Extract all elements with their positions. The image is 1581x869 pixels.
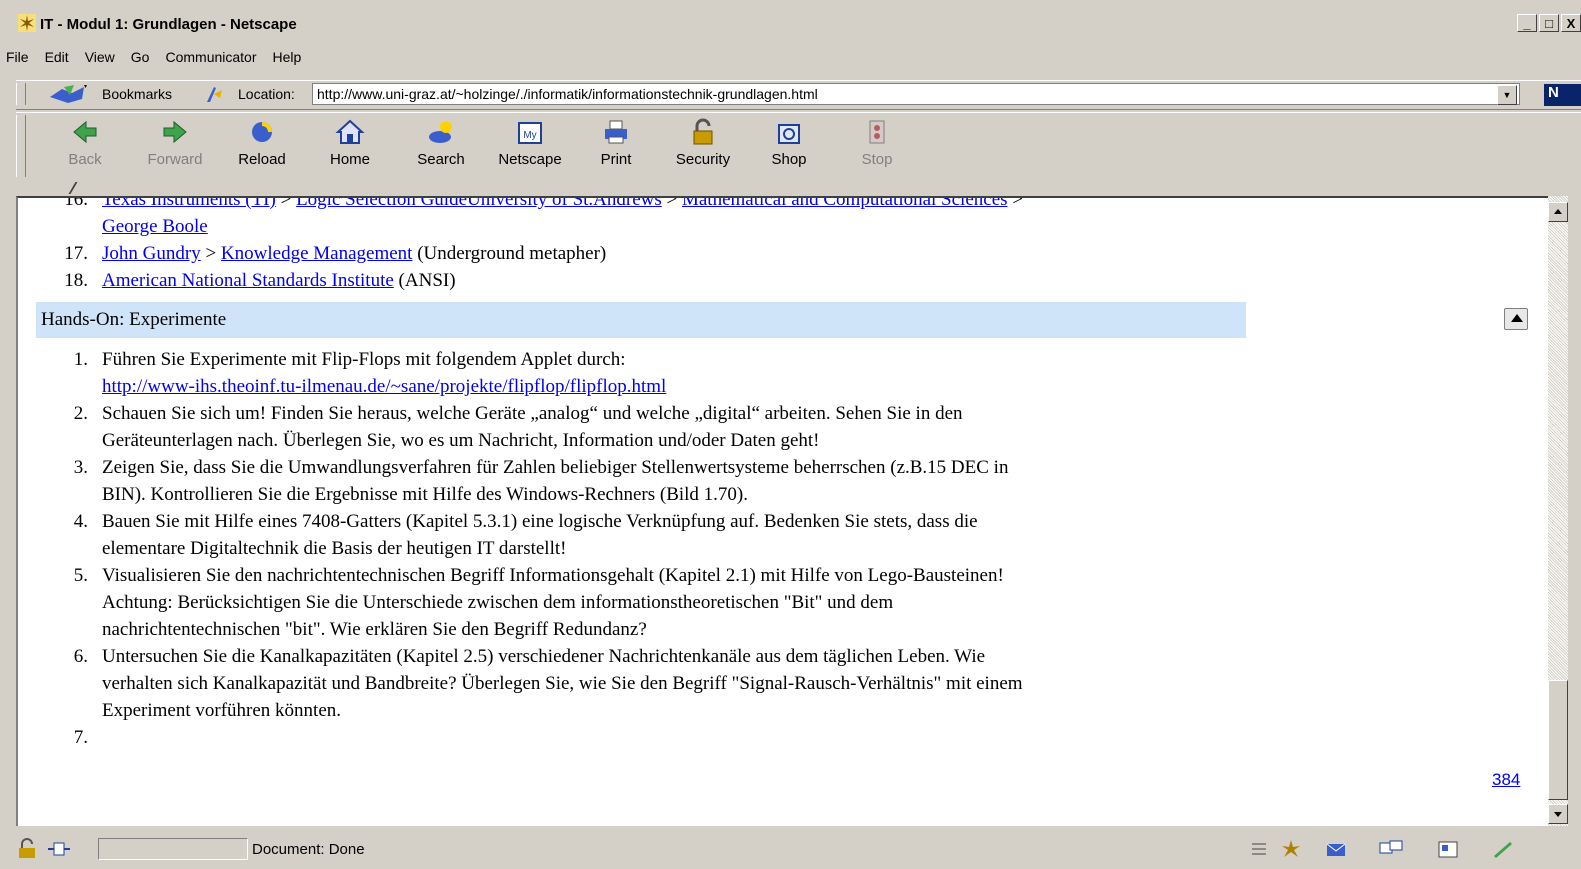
scroll-down-button[interactable] [1548, 804, 1568, 824]
shop-button[interactable]: Shop [764, 117, 814, 168]
list-number: 16. [64, 196, 88, 210]
list-number: 17. [64, 243, 88, 264]
mail-icon[interactable] [1324, 838, 1350, 860]
close-button[interactable]: X [1561, 14, 1581, 32]
bookmarks-icon[interactable] [48, 83, 88, 105]
my-netscape-icon: My [518, 122, 542, 144]
home-icon [335, 119, 365, 144]
stop-label: Stop [861, 151, 893, 168]
scroll-to-top-icon[interactable] [1504, 308, 1528, 330]
menu-go[interactable]: Go [123, 49, 158, 65]
netscape-button[interactable]: My Netscape [490, 117, 570, 168]
scrollbar-thumb[interactable] [1548, 680, 1568, 800]
back-arrow-icon [73, 120, 97, 144]
menu-communicator-label: Communicator [165, 49, 257, 65]
minimize-button[interactable]: _ [1517, 14, 1537, 32]
home-label: Home [329, 151, 370, 168]
back-button[interactable]: Back [60, 117, 110, 168]
connection-icon [48, 842, 70, 856]
menu-view-label: View [84, 49, 115, 65]
navigator-icon[interactable] [1278, 838, 1304, 860]
link-mathematical-sciences[interactable]: Mathematical and Computational Sciences [682, 198, 1008, 210]
security-label: Security [675, 151, 731, 168]
status-text: Document: Done [252, 841, 365, 858]
reload-button[interactable]: Reload [230, 117, 294, 168]
page-number-link[interactable]: 384 [1492, 770, 1520, 790]
home-button[interactable]: Home [320, 117, 380, 168]
link-logic-selection[interactable]: Logic Selection Guide [296, 198, 467, 210]
stop-button[interactable]: Stop [852, 117, 902, 168]
link-flipflop-applet[interactable]: http://www-ihs.theoinf.tu-ilmenau.de/~sa… [102, 376, 666, 397]
link-ansi[interactable]: American National Standards Institute [102, 270, 394, 291]
menu-edit[interactable]: Edit [37, 49, 77, 65]
link-george-boole[interactable]: George Boole [102, 216, 208, 237]
print-button[interactable]: Print [594, 117, 638, 168]
search-button[interactable]: Search [408, 117, 474, 168]
navigation-toolbar: Back Forward Reload Home Search My Netsc… [16, 112, 1581, 183]
bookmarks-button[interactable]: Bookmarks [102, 86, 172, 102]
lock-icon [693, 118, 713, 145]
menu-file-label: File [6, 49, 29, 65]
forward-button[interactable]: Forward [140, 117, 210, 168]
toolbar-grip-nav[interactable] [16, 115, 26, 177]
location-toolbar: Bookmarks Location: http://www.uni-graz.… [16, 80, 1581, 110]
menu-view[interactable]: View [77, 49, 123, 65]
svg-text:My: My [523, 130, 536, 141]
progress-cell [98, 838, 248, 860]
list-icon[interactable] [1248, 838, 1274, 860]
address-book-icon[interactable] [1436, 838, 1462, 860]
composer-icon[interactable] [1490, 838, 1516, 860]
title-bar: IT - Modul 1: Grundlagen - Netscape _ □ … [0, 0, 1581, 33]
maximize-button[interactable]: □ [1539, 14, 1559, 32]
window-title: IT - Modul 1: Grundlagen - Netscape [40, 16, 297, 33]
list-text: Texas Instruments (TI) > Logic Selection… [102, 198, 1023, 213]
security-button[interactable]: Security [668, 117, 738, 168]
forward-label: Forward [147, 151, 203, 168]
menu-file[interactable]: File [0, 49, 37, 65]
location-label: Location: [238, 86, 295, 102]
search-label: Search [417, 151, 465, 168]
forward-arrow-icon [163, 120, 187, 144]
link-john-gundry[interactable]: John Gundry [102, 243, 201, 264]
menu-go-label: Go [130, 49, 150, 65]
link-st-andrews[interactable]: University of St.Andrews [467, 198, 662, 210]
location-url-input[interactable]: http://www.uni-graz.at/~holzinge/./infor… [312, 83, 1520, 105]
list-number: 18. [64, 270, 88, 291]
netscape-app-icon [18, 14, 36, 32]
menu-help-label: Help [272, 49, 302, 65]
page-content: 16. Texas Instruments (TI) > Logic Selec… [16, 196, 1548, 826]
netscape-label: Netscape [498, 151, 562, 168]
scroll-up-button[interactable] [1548, 202, 1568, 222]
location-icon[interactable] [204, 84, 224, 104]
vertical-scrollbar[interactable] [1548, 196, 1568, 826]
hands-on-heading: Hands-On: Experimente [36, 302, 1246, 338]
link-texas-instruments[interactable]: Texas Instruments (TI) [102, 198, 276, 210]
menu-bar: File Edit View Go Communicator Help [0, 44, 1581, 70]
menu-edit-label: Edit [44, 49, 69, 65]
reload-label: Reload [238, 151, 286, 168]
netscape-logo[interactable]: N [1544, 84, 1581, 106]
status-bar: Document: Done [0, 836, 1581, 869]
menu-communicator[interactable]: Communicator [157, 49, 264, 65]
print-label: Print [600, 151, 632, 168]
toolbar-collapse-tab[interactable] [12, 182, 1581, 196]
discussions-icon[interactable] [1378, 838, 1404, 860]
shop-label: Shop [771, 151, 807, 168]
printer-icon [605, 120, 627, 144]
shop-icon [778, 124, 800, 144]
back-label: Back [68, 151, 102, 168]
toolbar-grip[interactable] [16, 83, 26, 105]
search-icon [429, 121, 452, 143]
stop-icon [869, 120, 885, 144]
location-dropdown-button[interactable]: ▼ [1497, 85, 1517, 105]
menu-help[interactable]: Help [265, 49, 310, 65]
security-lock-icon[interactable] [16, 838, 42, 860]
reload-icon [252, 122, 272, 142]
link-knowledge-management[interactable]: Knowledge Management [221, 243, 413, 264]
